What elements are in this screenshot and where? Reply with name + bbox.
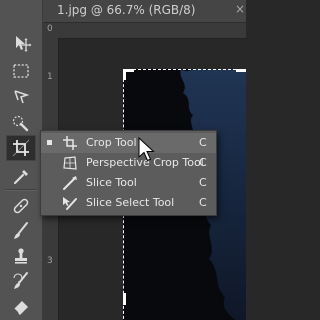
crop-border-top: [123, 69, 246, 70]
perspective-crop-icon: [63, 156, 77, 170]
eyedropper-icon: [13, 170, 28, 185]
toolbar-separator: [5, 189, 37, 191]
document-tab-title: 1.jpg @ 66.7% (RGB/8): [57, 3, 196, 17]
crop-tool-flyout-menu: Crop Tool C Perspective Crop Tool C Slic…: [40, 130, 217, 216]
selected-bullet-icon: [47, 140, 52, 145]
menu-item-slice-tool[interactable]: Slice Tool C: [41, 173, 216, 193]
eyedropper-tool-button[interactable]: [6, 164, 36, 190]
ruler-marker: 1: [47, 72, 53, 82]
crop-handle-top-right[interactable]: [236, 69, 246, 72]
move-icon: [16, 36, 32, 52]
history-brush-tool-button[interactable]: [6, 268, 36, 294]
lasso-tool-button[interactable]: [6, 84, 36, 110]
stamp-icon: [15, 248, 27, 264]
menu-item-crop-tool[interactable]: Crop Tool C: [41, 133, 216, 153]
slice-select-icon: [63, 197, 77, 210]
healing-brush-tool-button[interactable]: [6, 193, 36, 219]
menu-item-label: Slice Select Tool: [86, 196, 175, 209]
menu-item-label: Crop Tool: [86, 136, 137, 149]
quick-selection-tool-button[interactable]: [6, 110, 36, 136]
crop-handle-left-middle[interactable]: [123, 293, 126, 305]
menu-item-shortcut: C: [199, 196, 207, 209]
ruler-marker: 0: [47, 24, 53, 34]
menu-item-label: Slice Tool: [86, 176, 137, 189]
menu-item-slice-select-tool[interactable]: Slice Select Tool C: [41, 193, 216, 213]
bandage-icon: [13, 198, 29, 214]
close-tab-icon[interactable]: ×: [235, 2, 245, 16]
photoshop-window: 1.jpg @ 66.7% (RGB/8) × 0 1 2 3: [0, 0, 246, 320]
eraser-tool-button[interactable]: [6, 293, 36, 319]
ruler-marker: 3: [47, 256, 53, 266]
lasso-icon: [14, 90, 30, 104]
history-brush-icon: [13, 272, 28, 289]
clone-stamp-tool-button[interactable]: [6, 243, 36, 269]
menu-item-shortcut: C: [199, 156, 207, 169]
eraser-icon: [13, 301, 28, 315]
slice-icon: [63, 176, 77, 190]
tools-panel: [0, 0, 43, 320]
menu-item-shortcut: C: [199, 176, 207, 189]
brush-icon: [14, 222, 28, 239]
marquee-tool-button[interactable]: [6, 58, 36, 84]
rect-marquee-icon: [13, 64, 29, 78]
crop-tool-button[interactable]: [6, 135, 36, 161]
quick-selection-icon: [12, 115, 29, 132]
crop-handle-top-left[interactable]: [123, 69, 134, 80]
document-tab[interactable]: 1.jpg @ 66.7% (RGB/8) ×: [43, 0, 246, 23]
crop-icon: [12, 139, 30, 157]
mouse-pointer-icon: [138, 137, 155, 162]
crop-icon: [63, 136, 77, 150]
move-tool-button[interactable]: [6, 30, 36, 56]
menu-item-shortcut: C: [199, 136, 207, 149]
horizontal-ruler: 0: [43, 23, 246, 39]
menu-item-perspective-crop-tool[interactable]: Perspective Crop Tool C: [41, 153, 216, 173]
brush-tool-button[interactable]: [6, 218, 36, 244]
